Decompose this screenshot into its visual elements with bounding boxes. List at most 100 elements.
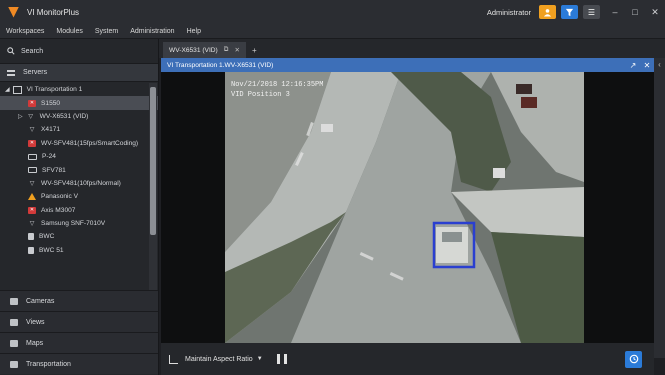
user-icon[interactable] [539, 5, 556, 19]
tab-label: WV-X6531 (VID) [169, 46, 218, 54]
tree-label: Samsung SNF-7010V [41, 220, 106, 228]
tree-item-s1550[interactable]: ✕ S1550 [0, 96, 158, 110]
servers-header[interactable]: Servers [0, 64, 158, 82]
menu-bar: Workspaces Modules System Administration… [0, 24, 665, 39]
menu-system[interactable]: System [89, 28, 124, 35]
server-icon [12, 85, 22, 94]
expand-icon[interactable]: ↗ [626, 61, 640, 70]
tree-label: WV-X6531 (VID) [39, 112, 89, 120]
tree-item-p24[interactable]: P-24 [0, 150, 158, 163]
tree-label: BWC [39, 233, 55, 241]
camera-icon [28, 167, 37, 174]
tree-item-bwc51[interactable]: BWC 51 [0, 244, 158, 257]
camera-icon [10, 297, 18, 305]
tab-bar: WV-X6531 (VID) ⧉ ✕ + [159, 39, 665, 58]
bodycam-icon [28, 233, 34, 241]
tab-wv-x6531[interactable]: WV-X6531 (VID) ⧉ ✕ [163, 42, 246, 58]
menu-administration[interactable]: Administration [124, 28, 180, 35]
camera-icon: ▽ [29, 127, 35, 134]
tree-label: X4171 [41, 126, 61, 134]
section-views[interactable]: Views [0, 311, 158, 332]
section-transportation[interactable]: Transportation [0, 353, 158, 374]
chevron-down-icon: ▼ [256, 356, 263, 362]
collapse-arrow-icon[interactable]: ▷ [18, 113, 23, 120]
warning-icon [28, 193, 36, 201]
error-camera-icon: ✕ [28, 139, 36, 147]
camera-icon: ▽ [29, 221, 35, 228]
tree-label: S1550 [41, 99, 61, 107]
error-camera-icon: ✕ [28, 206, 36, 214]
aspect-ratio-dropdown[interactable]: Maintain Aspect Ratio ▼ [169, 354, 263, 364]
camera-icon: ▽ [29, 180, 35, 187]
aspect-ratio-label: Maintain Aspect Ratio [185, 355, 253, 363]
servers-icon [7, 69, 15, 76]
tree-item-panasonic-v[interactable]: Panasonic V [0, 190, 158, 203]
username[interactable]: Administrator [487, 8, 531, 17]
tree-item-bwc[interactable]: BWC [0, 230, 158, 243]
viewer-header: VI Transportation 1.WV-X6531 (VID) ↗ ✕ [161, 58, 654, 72]
overlay-position: VID Position 3 [231, 91, 290, 99]
close-tab-icon[interactable]: ✕ [234, 46, 240, 54]
right-collapse-panel[interactable]: ‹ [654, 58, 665, 358]
sidebar: Search Servers ◢ VI Transportation 1 ✕ S… [0, 39, 159, 375]
search-bar[interactable]: Search [0, 39, 158, 64]
pause-button[interactable] [276, 354, 287, 364]
tree-item-axis-m3007[interactable]: ✕ Axis M3007 [0, 204, 158, 217]
section-maps[interactable]: Maps [0, 332, 158, 353]
app-logo-icon [8, 6, 19, 18]
lock-icon [10, 360, 18, 368]
tree-item-sfv781[interactable]: SFV781 [0, 163, 158, 176]
app-title: VI MonitorPlus [27, 7, 80, 17]
tree-label: BWC 51 [39, 246, 64, 254]
grid-icon [10, 318, 18, 326]
section-cameras[interactable]: Cameras [0, 290, 158, 311]
tree-label: WV-SFV481(15fps/SmartCoding) [41, 139, 139, 147]
chevron-left-icon[interactable]: ‹ [654, 60, 665, 69]
close-button[interactable]: ✕ [645, 7, 665, 18]
menu-help[interactable]: Help [181, 28, 207, 35]
tree-vertical-scrollbar[interactable] [149, 83, 157, 323]
section-label: Maps [26, 339, 44, 347]
search-label: Search [21, 47, 44, 55]
tree-server-node[interactable]: ◢ VI Transportation 1 [0, 83, 158, 96]
tree-item-wv-sfv481-15[interactable]: ✕ WV-SFV481(15fps/SmartCoding) [0, 137, 158, 150]
camera-icon: ▽ [28, 113, 33, 120]
tree-label: SFV781 [42, 166, 66, 174]
tree-item-x4171[interactable]: ▽ X4171 [0, 123, 158, 136]
tree-item-wv-sfv481-10[interactable]: ▽ WV-SFV481(10fps/Normal) [0, 177, 158, 190]
tree-item-wv-x6531[interactable]: ▷ ▽ WV-X6531 (VID) [0, 110, 158, 123]
section-label: Cameras [26, 297, 55, 305]
expand-icon[interactable]: ◢ [5, 86, 10, 93]
title-bar: VI MonitorPlus Administrator ☰ – □ ✕ [0, 0, 665, 24]
viewer-title: VI Transportation 1.WV-X6531 (VID) [167, 61, 274, 69]
maximize-button[interactable]: □ [625, 7, 645, 17]
tree-label: VI Transportation 1 [26, 86, 83, 94]
section-label: Transportation [26, 360, 71, 368]
error-camera-icon: ✕ [28, 99, 36, 107]
camera-feed-image: Nov/21/2018 12:16:35PM VID Position 3 [225, 72, 584, 343]
servers-label: Servers [23, 69, 48, 76]
menu-workspaces[interactable]: Workspaces [0, 28, 50, 35]
video-control-bar: Maintain Aspect Ratio ▼ [161, 343, 654, 375]
tree-label: Axis M3007 [41, 206, 76, 214]
add-tab-button[interactable]: + [252, 42, 257, 58]
popout-icon[interactable]: ⧉ [224, 46, 229, 54]
tree-label: WV-SFV481(10fps/Normal) [41, 179, 121, 187]
overlay-date: Nov/21/2018 12:16:35PM [231, 81, 323, 89]
camera-icon [28, 153, 37, 160]
aspect-ratio-icon [169, 354, 178, 364]
video-frame[interactable]: Nov/21/2018 12:16:35PM VID Position 3 [161, 72, 654, 343]
menu-icon[interactable]: ☰ [583, 5, 600, 19]
bodycam-icon [28, 246, 34, 254]
minimize-button[interactable]: – [605, 7, 625, 17]
tree-item-samsung[interactable]: ▽ Samsung SNF-7010V [0, 217, 158, 230]
scroll-thumb[interactable] [150, 87, 156, 235]
history-button[interactable] [625, 350, 642, 368]
map-icon [10, 339, 18, 347]
tree-label: P-24 [42, 153, 56, 161]
search-icon [7, 47, 15, 55]
menu-modules[interactable]: Modules [50, 28, 88, 35]
close-viewer-icon[interactable]: ✕ [640, 61, 654, 70]
filter-icon[interactable] [561, 5, 578, 19]
history-icon [629, 354, 638, 364]
